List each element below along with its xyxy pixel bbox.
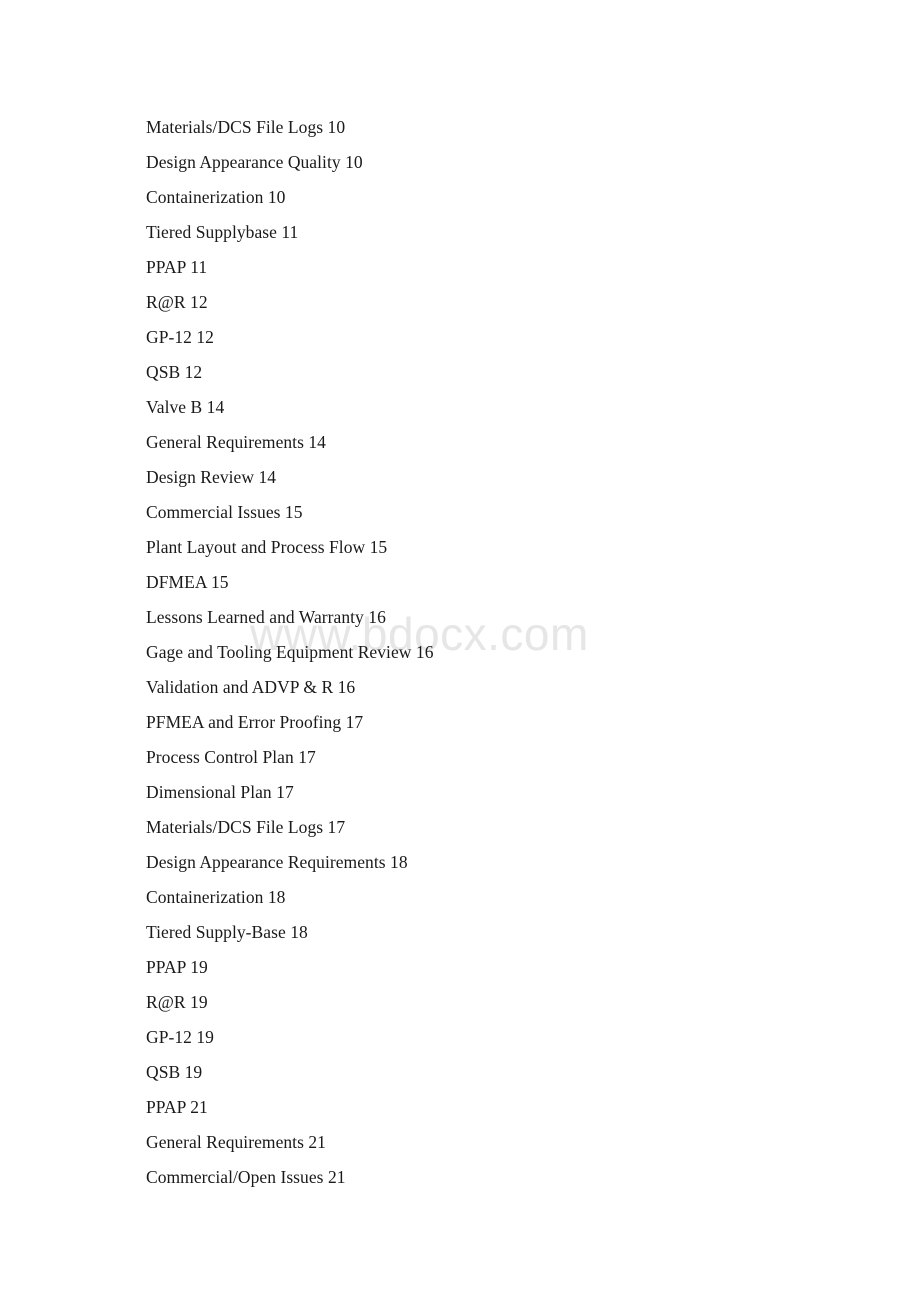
- toc-entry[interactable]: PPAP 11: [146, 250, 846, 285]
- toc-entry[interactable]: QSB 12: [146, 355, 846, 390]
- toc-entry[interactable]: Gage and Tooling Equipment Review 16: [146, 635, 846, 670]
- toc-entry[interactable]: Process Control Plan 17: [146, 740, 846, 775]
- toc-entry[interactable]: Materials/DCS File Logs 17: [146, 810, 846, 845]
- toc-entry[interactable]: R@R 19: [146, 985, 846, 1020]
- toc-entry[interactable]: Containerization 10: [146, 180, 846, 215]
- toc-entry[interactable]: DFMEA 15: [146, 565, 846, 600]
- toc-entry[interactable]: Dimensional Plan 17: [146, 775, 846, 810]
- toc-entry[interactable]: Validation and ADVP & R 16: [146, 670, 846, 705]
- table-of-contents-list: Materials/DCS File Logs 10 Design Appeara…: [146, 110, 846, 1195]
- toc-entry[interactable]: Commercial Issues 15: [146, 495, 846, 530]
- toc-entry[interactable]: Plant Layout and Process Flow 15: [146, 530, 846, 565]
- toc-entry[interactable]: General Requirements 14: [146, 425, 846, 460]
- toc-entry[interactable]: Commercial/Open Issues 21: [146, 1160, 846, 1195]
- toc-entry[interactable]: PFMEA and Error Proofing 17: [146, 705, 846, 740]
- toc-entry[interactable]: Design Appearance Requirements 18: [146, 845, 846, 880]
- toc-entry[interactable]: Design Review 14: [146, 460, 846, 495]
- toc-entry[interactable]: QSB 19: [146, 1055, 846, 1090]
- toc-entry[interactable]: Tiered Supplybase 11: [146, 215, 846, 250]
- toc-entry[interactable]: GP-12 12: [146, 320, 846, 355]
- toc-entry[interactable]: PPAP 21: [146, 1090, 846, 1125]
- toc-entry[interactable]: Tiered Supply-Base 18: [146, 915, 846, 950]
- toc-entry[interactable]: R@R 12: [146, 285, 846, 320]
- toc-entry[interactable]: GP-12 19: [146, 1020, 846, 1055]
- toc-entry[interactable]: Materials/DCS File Logs 10: [146, 110, 846, 145]
- toc-entry[interactable]: Valve B 14: [146, 390, 846, 425]
- toc-entry[interactable]: Design Appearance Quality 10: [146, 145, 846, 180]
- toc-entry[interactable]: General Requirements 21: [146, 1125, 846, 1160]
- toc-entry[interactable]: Lessons Learned and Warranty 16: [146, 600, 846, 635]
- toc-entry[interactable]: PPAP 19: [146, 950, 846, 985]
- document-page: www.bdocx.com Materials/DCS File Logs 10…: [0, 0, 920, 1302]
- toc-entry[interactable]: Containerization 18: [146, 880, 846, 915]
